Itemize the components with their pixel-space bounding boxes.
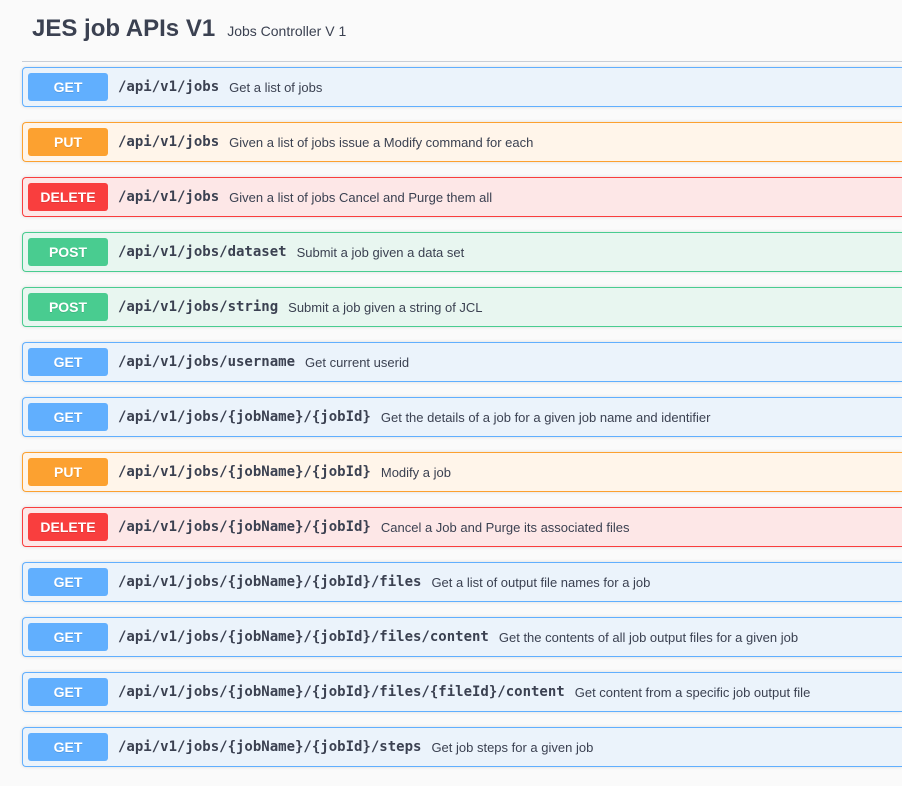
operation-row[interactable]: DELETE /api/v1/jobs Given a list of jobs… (22, 177, 902, 217)
tag-description: Jobs Controller V 1 (227, 23, 347, 39)
operation-summary: Given a list of jobs Cancel and Purge th… (229, 189, 493, 205)
operation-path: /api/v1/jobs/{jobName}/{jobId}/files/con… (118, 629, 489, 645)
operation-path: /api/v1/jobs (118, 189, 220, 205)
operation-path: /api/v1/jobs/string (118, 299, 279, 315)
operation-path: /api/v1/jobs/{jobName}/{jobId} (118, 409, 371, 425)
operation-path: /api/v1/jobs/{jobName}/{jobId} (118, 519, 371, 535)
method-badge: GET (28, 568, 108, 596)
operation-summary: Get a list of output file names for a jo… (431, 574, 651, 590)
method-badge: GET (28, 403, 108, 431)
operations-list: GET /api/v1/jobs Get a list of jobs PUT … (22, 62, 902, 767)
operation-row[interactable]: DELETE /api/v1/jobs/{jobName}/{jobId} Ca… (22, 507, 902, 547)
operation-path: /api/v1/jobs/{jobName}/{jobId}/steps (118, 739, 422, 755)
tag-title: JES job APIs V1 (32, 15, 216, 42)
api-container: JES job APIs V1 Jobs Controller V 1 GET … (0, 0, 902, 786)
operation-row[interactable]: GET /api/v1/jobs Get a list of jobs (22, 67, 902, 107)
operation-path: /api/v1/jobs/{jobName}/{jobId}/files/{fi… (118, 684, 565, 700)
method-badge: GET (28, 733, 108, 761)
method-badge: POST (28, 238, 108, 266)
operation-summary: Submit a job given a string of JCL (288, 299, 483, 315)
operation-summary: Get the contents of all job output files… (498, 629, 799, 645)
operation-row[interactable]: POST /api/v1/jobs/string Submit a job gi… (22, 287, 902, 327)
operation-row[interactable]: GET /api/v1/jobs/{jobName}/{jobId} Get t… (22, 397, 902, 437)
operation-path: /api/v1/jobs/{jobName}/{jobId} (118, 464, 371, 480)
method-badge: GET (28, 73, 108, 101)
operation-summary: Submit a job given a data set (296, 244, 465, 260)
operation-row[interactable]: POST /api/v1/jobs/dataset Submit a job g… (22, 232, 902, 272)
operation-path: /api/v1/jobs (118, 79, 220, 95)
operation-summary: Given a list of jobs issue a Modify comm… (229, 134, 534, 150)
operation-path: /api/v1/jobs/dataset (118, 244, 287, 260)
operation-summary: Cancel a Job and Purge its associated fi… (380, 519, 630, 535)
operation-summary: Get content from a specific job output f… (574, 684, 811, 700)
operation-row[interactable]: PUT /api/v1/jobs Given a list of jobs is… (22, 122, 902, 162)
method-badge: POST (28, 293, 108, 321)
operation-row[interactable]: GET /api/v1/jobs/username Get current us… (22, 342, 902, 382)
operation-summary: Get job steps for a given job (431, 739, 594, 755)
operation-path: /api/v1/jobs/username (118, 354, 296, 370)
operation-path: /api/v1/jobs/{jobName}/{jobId}/files (118, 574, 422, 590)
method-badge: GET (28, 623, 108, 651)
operation-summary: Get current userid (305, 354, 410, 370)
operation-summary: Get the details of a job for a given job… (380, 409, 711, 425)
operation-path: /api/v1/jobs (118, 134, 220, 150)
operation-row[interactable]: GET /api/v1/jobs/{jobName}/{jobId}/files… (22, 562, 902, 602)
operation-row[interactable]: GET /api/v1/jobs/{jobName}/{jobId}/files… (22, 617, 902, 657)
operation-row[interactable]: PUT /api/v1/jobs/{jobName}/{jobId} Modif… (22, 452, 902, 492)
method-badge: PUT (28, 128, 108, 156)
tag-header[interactable]: JES job APIs V1 Jobs Controller V 1 (22, 0, 902, 62)
method-badge: GET (28, 678, 108, 706)
method-badge: DELETE (28, 183, 108, 211)
operation-row[interactable]: GET /api/v1/jobs/{jobName}/{jobId}/steps… (22, 727, 902, 767)
operation-summary: Modify a job (380, 464, 451, 480)
method-badge: PUT (28, 458, 108, 486)
operation-row[interactable]: GET /api/v1/jobs/{jobName}/{jobId}/files… (22, 672, 902, 712)
method-badge: GET (28, 348, 108, 376)
operation-summary: Get a list of jobs (229, 79, 323, 95)
method-badge: DELETE (28, 513, 108, 541)
